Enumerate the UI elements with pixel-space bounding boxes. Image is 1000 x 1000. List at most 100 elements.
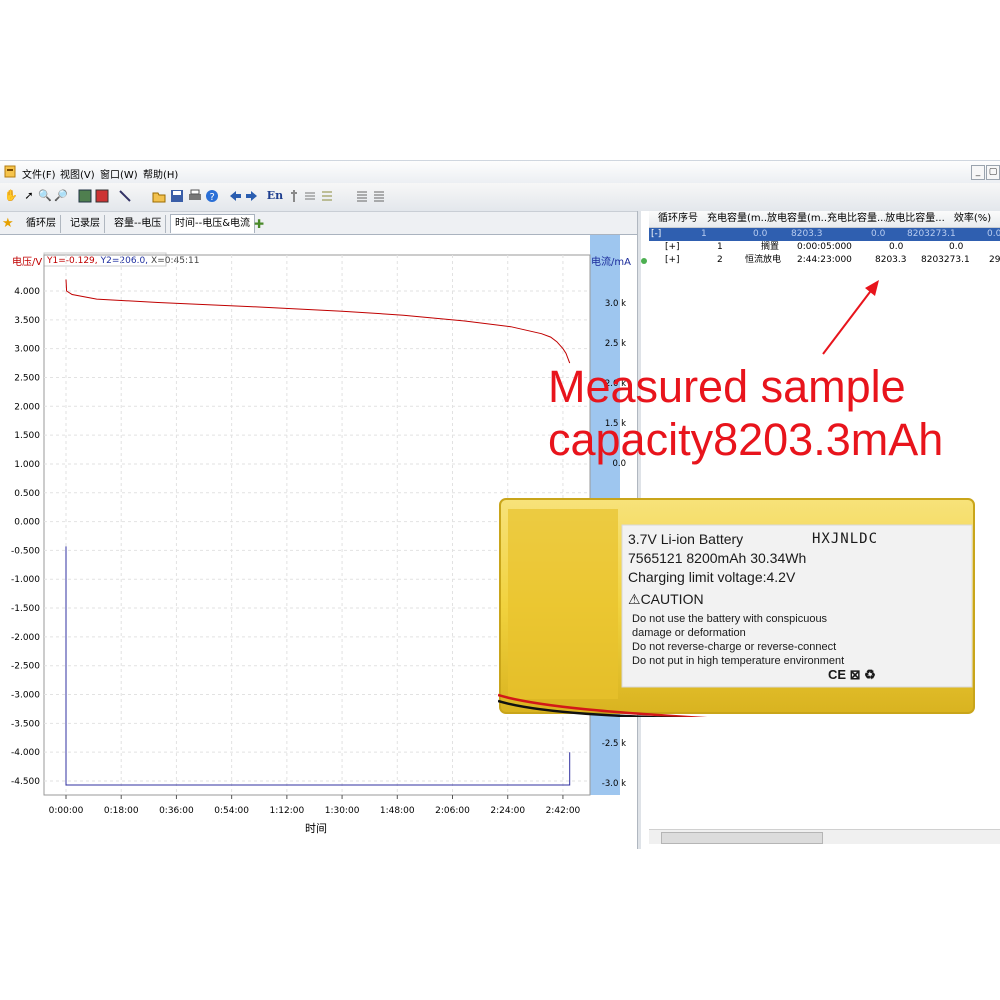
tab-record-layer[interactable]: 记录层: [66, 215, 105, 233]
battery-charge-limit: Charging limit voltage:4.2V: [628, 569, 796, 585]
x-tick-label: 2:06:00: [435, 806, 470, 816]
left-tick-label: 4.000: [14, 287, 40, 297]
row-index: 1: [701, 229, 707, 239]
row-expander[interactable]: [+]: [665, 241, 680, 254]
col-header-cycle[interactable]: 循环序号: [649, 211, 708, 228]
left-tick-label: 0.500: [14, 489, 40, 499]
menu-help[interactable]: 帮助(H): [143, 166, 178, 181]
left-tick-label: 0.000: [14, 518, 40, 528]
readout-y1: Y1=-0.129,: [46, 256, 98, 266]
col-header-efficiency[interactable]: 效率(%): [945, 211, 1000, 228]
col-header-discharge-capacity[interactable]: 放电容量(m...: [767, 211, 828, 228]
arrow-right-icon[interactable]: [245, 189, 259, 203]
save-icon[interactable]: [170, 189, 184, 203]
left-tick-label: -2.000: [11, 633, 40, 643]
add-tab-icon[interactable]: ✚: [250, 215, 268, 233]
annotation-arrow-icon: [822, 280, 879, 355]
tab-time-voltage-current[interactable]: 时间--电压&电流: [170, 214, 256, 233]
measure-line-icon[interactable]: [118, 189, 132, 203]
capacity-annotation: Measured sample capacity8203.3mAh: [548, 360, 943, 466]
battery-label: 3.7V Li-ion Battery HXJNLDC 7565121 8200…: [622, 525, 972, 687]
right-tick-label: -3.0 k: [602, 779, 626, 789]
split-view-icon[interactable]: [95, 189, 109, 203]
left-tick-label: -4.500: [11, 777, 40, 787]
hand-icon[interactable]: ✋: [4, 189, 18, 203]
left-tick-label: 1.000: [14, 460, 40, 470]
language-button[interactable]: En: [266, 189, 284, 203]
left-tick-label: 2.500: [14, 373, 40, 383]
left-tick-label: -2.500: [11, 662, 40, 672]
table-row[interactable]: [+] 1 搁置 0:00:05:000 0.0 0.0: [649, 241, 1000, 254]
x-tick-label: 0:36:00: [159, 806, 194, 816]
favorite-star-icon[interactable]: ★: [0, 215, 16, 233]
left-tick-label: -3.500: [11, 719, 40, 729]
row-step-name: 搁置: [761, 242, 780, 252]
x-tick-label: 1:30:00: [325, 806, 360, 816]
left-tick-label: 2.000: [14, 402, 40, 412]
warning-triangle-icon: ⚠: [628, 591, 641, 607]
app-icon: [4, 165, 16, 178]
row-discharge-capacity: 8203.3: [791, 229, 823, 239]
battery-spec: 7565121 8200mAh 30.34Wh: [628, 550, 807, 566]
row-index: 1: [717, 242, 723, 252]
menu-file[interactable]: 文件(F): [22, 166, 56, 181]
right-tick-label: 2.5 k: [605, 339, 626, 349]
left-tick-label: 3.500: [14, 316, 40, 326]
row-charge-specific: 0.0: [871, 229, 886, 239]
row-index: 2: [717, 255, 723, 265]
grid-view-icon[interactable]: [78, 189, 92, 203]
warning-line-1: Do not use the battery with conspicuous: [632, 613, 828, 625]
row-expander[interactable]: [-]: [651, 228, 661, 241]
list-view-icon[interactable]: [355, 189, 369, 203]
left-axis-label: 电压/V: [12, 255, 42, 268]
filter-icon[interactable]: [320, 189, 334, 203]
help-icon[interactable]: ?: [205, 189, 219, 203]
right-tick-label: 3.0 k: [605, 299, 626, 309]
battery-caution: ⚠CAUTION: [628, 591, 704, 608]
menu-view[interactable]: 视图(V): [60, 166, 95, 181]
x-tick-label: 1:12:00: [270, 806, 305, 816]
x-tick-label: 0:54:00: [214, 806, 249, 816]
restore-button[interactable]: ▢: [986, 165, 1000, 180]
col-header-discharge-specific[interactable]: 放电比容量...: [885, 211, 946, 228]
tab-capacity-voltage[interactable]: 容量--电压: [110, 215, 167, 233]
warning-line-2: damage or deformation: [632, 627, 746, 639]
pointer-icon[interactable]: ➚: [22, 189, 36, 203]
row-step-time: 2:44:23:000: [797, 255, 852, 265]
x-tick-label: 0:18:00: [104, 806, 139, 816]
battery-type: 3.7V Li-ion Battery: [628, 531, 744, 547]
detail-view-icon[interactable]: [372, 189, 386, 203]
settings-icon[interactable]: [303, 189, 317, 203]
horizontal-scrollbar[interactable]: [649, 829, 1000, 844]
warning-line-4: Do not put in high temperature environme…: [632, 655, 845, 667]
zoom-out-icon[interactable]: 🔎: [54, 189, 68, 203]
view-tabs: ★ 循环层 记录层 容量--电压 时间--电压&电流 ✚: [0, 212, 637, 235]
tab-cycle-layer[interactable]: 循环层: [22, 215, 61, 233]
row-discharge-specific: 8203273.1: [907, 229, 956, 239]
minimize-button[interactable]: _: [971, 165, 985, 180]
battery-photo: 3.7V Li-ion Battery HXJNLDC 7565121 8200…: [498, 495, 978, 717]
zoom-in-icon[interactable]: 🔍: [38, 189, 52, 203]
col-header-charge-capacity[interactable]: 充电容量(m...: [707, 211, 768, 228]
print-icon[interactable]: [188, 189, 202, 203]
open-folder-icon[interactable]: [152, 189, 166, 203]
row-step-specific: 0.0: [949, 242, 964, 252]
menu-window[interactable]: 窗口(W): [100, 166, 138, 181]
row-step-specific: 8203273.1: [921, 255, 970, 265]
table-row[interactable]: [-] 1 0.0 8203.3 0.0 8203273.1 0.0: [649, 228, 1000, 241]
x-tick-label: 2:42:00: [546, 806, 581, 816]
menu-bar: 文件(F) 视图(V) 窗口(W) 帮助(H) _ ▢: [0, 161, 1000, 183]
row-expander[interactable]: [+]: [665, 254, 680, 267]
row-step-time: 0:00:05:000: [797, 242, 852, 252]
svg-text:?: ?: [210, 192, 215, 203]
arrow-left-icon[interactable]: [228, 189, 242, 203]
readout-y2: Y2=206.0,: [100, 256, 148, 266]
x-tick-label: 0:00:00: [49, 806, 84, 816]
col-header-charge-specific[interactable]: 充电比容量...: [827, 211, 886, 228]
scrollbar-thumb[interactable]: [661, 832, 823, 844]
pin-icon[interactable]: [287, 189, 301, 203]
row-step-efficiency: 292: [989, 255, 1000, 265]
left-tick-label: 3.000: [14, 345, 40, 355]
table-row[interactable]: [+] 2 恒流放电 2:44:23:000 8203.3 8203273.1 …: [649, 254, 1000, 267]
row-step-capacity: 0.0: [889, 242, 904, 252]
